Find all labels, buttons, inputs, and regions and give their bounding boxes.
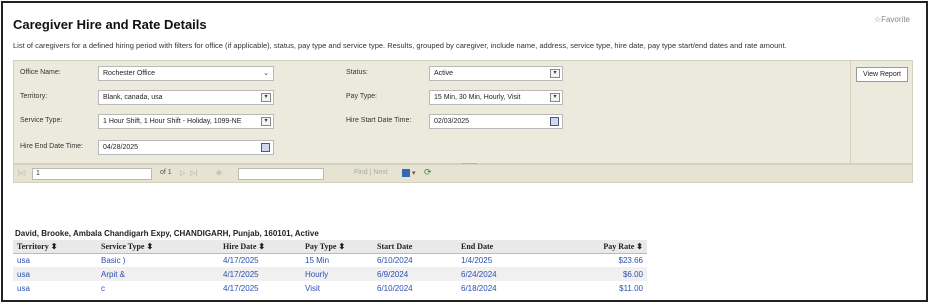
pay-type-value: 15 Min, 30 Min, Hourly, Visit: [434, 94, 521, 101]
cell-pay-type: Visit: [305, 283, 320, 293]
cell-pay-rate: $23.66: [618, 255, 643, 265]
page-number-input[interactable]: 1: [32, 168, 152, 180]
dropdown-icon: ▾: [550, 93, 560, 102]
panel-divider: [850, 61, 851, 165]
hire-start-input[interactable]: 02/03/2025: [429, 114, 563, 129]
cell-start-date: 6/9/2024: [373, 267, 457, 281]
hire-start-value: 02/03/2025: [434, 118, 470, 125]
office-value: Rochester Office: [103, 70, 156, 77]
cell-start-date: 6/10/2024: [377, 283, 413, 293]
service-type-select[interactable]: 1 Hour Shift, 1 Hour Shift - Holiday, 10…: [98, 114, 274, 129]
first-page-icon[interactable]: |◁: [18, 169, 25, 177]
caregiver-group-header: David, Brooke, Ambala Chandigarh Expy, C…: [15, 229, 319, 238]
chevron-down-icon: ⌄: [263, 70, 269, 77]
cell-service-type: Arpit &: [97, 267, 219, 281]
cell-pay-type: Hourly: [301, 267, 373, 281]
table-row: usa Basic ) 4/17/2025 15 Min 6/10/2024 1…: [13, 253, 647, 267]
next-page-icon[interactable]: ▷: [180, 169, 185, 177]
office-label: Office Name:: [20, 69, 61, 76]
last-page-icon[interactable]: ▷|: [190, 169, 197, 177]
filter-panel: Office Name: Rochester Office ⌄ Territor…: [13, 60, 913, 167]
col-start-date: Start Date: [373, 240, 457, 254]
cell-end-date: 1/4/2025: [461, 255, 493, 265]
col-pay-rate[interactable]: Pay Rate ⬍: [547, 240, 647, 254]
cell-territory: usa: [13, 267, 97, 281]
find-input[interactable]: [238, 168, 324, 180]
refresh-icon[interactable]: ⟳: [424, 167, 432, 178]
report-toolbar: |◁ 1 of 1 ▷ ▷| ⊕ Find | Next ▾ ⟳: [13, 164, 913, 183]
page-number-value: 1: [36, 170, 40, 177]
col-service-type[interactable]: Service Type ⬍: [97, 240, 219, 254]
cell-territory: usa: [17, 283, 30, 293]
zoom-icon[interactable]: ⊕: [216, 169, 222, 177]
status-value: Active: [434, 70, 454, 77]
cell-hire-date: 4/17/2025: [223, 283, 259, 293]
col-pay-type[interactable]: Pay Type ⬍: [301, 240, 373, 254]
col-territory[interactable]: Territory ⬍: [13, 240, 97, 254]
report-description: List of caregivers for a defined hiring …: [13, 41, 787, 50]
calendar-icon[interactable]: [550, 117, 559, 126]
save-icon[interactable]: [402, 169, 410, 177]
status-label: Status:: [346, 69, 368, 76]
hire-end-input[interactable]: 04/28/2025: [98, 140, 274, 155]
find-next-link[interactable]: Find | Next: [354, 169, 388, 176]
table-header-row: Territory ⬍ Service Type ⬍ Hire Date ⬍ P…: [13, 240, 647, 254]
cell-end-date: 6/24/2024: [457, 267, 547, 281]
view-report-button[interactable]: View Report: [856, 67, 908, 82]
col-hire-date[interactable]: Hire Date ⬍: [219, 240, 301, 254]
hire-end-value: 04/28/2025: [103, 144, 139, 151]
report-table: Territory ⬍ Service Type ⬍ Hire Date ⬍ P…: [13, 240, 647, 295]
cell-end-date: 6/18/2024: [461, 283, 497, 293]
calendar-icon[interactable]: [261, 143, 270, 152]
office-select[interactable]: Rochester Office ⌄: [98, 66, 274, 81]
cell-service-type: c: [101, 283, 105, 293]
page-count: of 1: [160, 169, 172, 176]
dropdown-icon: ▾: [550, 69, 560, 78]
cell-pay-rate: $11.00: [619, 283, 643, 293]
cell-service-type: Basic ): [101, 255, 126, 265]
table-row: usa Arpit & 4/17/2025 Hourly 6/9/2024 6/…: [13, 267, 647, 281]
dropdown-icon: ▾: [261, 93, 271, 102]
territory-label: Territory:: [20, 93, 48, 100]
cell-start-date: 6/10/2024: [377, 255, 413, 265]
cell-pay-rate: $6.00: [547, 267, 647, 281]
favorite-link[interactable]: ☆Favorite: [874, 15, 910, 24]
report-window: Caregiver Hire and Rate Details ☆Favorit…: [1, 1, 928, 302]
cell-hire-date: 4/17/2025: [219, 267, 301, 281]
service-type-value: 1 Hour Shift, 1 Hour Shift - Holiday, 10…: [103, 118, 242, 125]
pay-type-select[interactable]: 15 Min, 30 Min, Hourly, Visit ▾: [429, 90, 563, 105]
cell-pay-type: 15 Min: [305, 255, 330, 265]
col-end-date: End Date: [457, 240, 547, 254]
page-title: Caregiver Hire and Rate Details: [13, 17, 207, 32]
pay-type-label: Pay Type:: [346, 93, 378, 100]
service-type-label: Service Type:: [20, 117, 63, 124]
cell-hire-date: 4/17/2025: [223, 255, 259, 265]
export-menu-icon[interactable]: ▾: [412, 169, 416, 177]
hire-end-label: Hire End Date Time:: [20, 143, 84, 150]
hire-start-label: Hire Start Date Time:: [346, 117, 412, 124]
cell-territory: usa: [17, 255, 30, 265]
territory-select[interactable]: Blank, canada, usa ▾: [98, 90, 274, 105]
table-row: usa c 4/17/2025 Visit 6/10/2024 6/18/202…: [13, 281, 647, 295]
status-select[interactable]: Active ▾: [429, 66, 563, 81]
territory-value: Blank, canada, usa: [103, 94, 163, 101]
dropdown-icon: ▾: [261, 117, 271, 126]
